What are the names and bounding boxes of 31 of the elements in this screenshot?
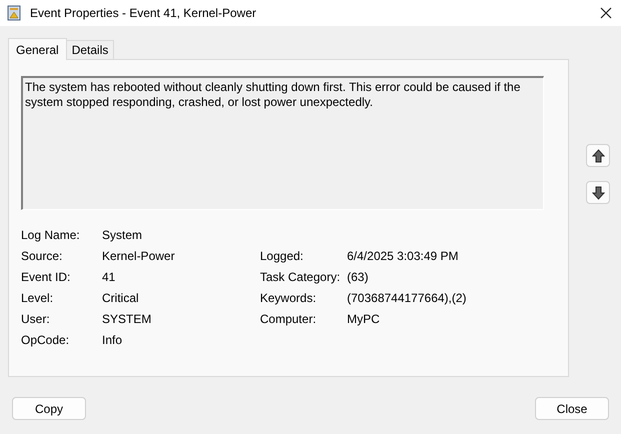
tab[interactable]: General — [8, 38, 67, 60]
field-value: (63) — [347, 268, 370, 286]
up-arrow-icon — [592, 148, 604, 162]
event-description: The system has rebooted without cleanly shutting down first. This error could be caused if the system stopped responding, crashed, or lost power unexpectedly. — [25, 80, 520, 109]
field-value: Kernel-Power — [102, 248, 176, 264]
field-value: SYSTEM — [102, 310, 152, 328]
window-title: Event Properties - Event 41, Kernel-Power — [30, 5, 256, 22]
field-value: (70368744177664),(2) — [347, 290, 468, 306]
field-label: Event ID: — [21, 268, 72, 286]
field-label: Source: — [21, 248, 64, 264]
field-label: OpCode: — [21, 332, 70, 348]
field-label: Task Category: — [260, 268, 342, 286]
field-value: 41 — [102, 268, 116, 286]
field-label: Log Name: — [21, 226, 81, 244]
field-label: Computer: — [260, 310, 318, 328]
tab[interactable]: Details — [66, 40, 114, 59]
field-value: 6/4/2025 3:03:49 PM — [347, 248, 460, 264]
previous-event-button[interactable] — [586, 144, 610, 167]
field-label: User: — [21, 310, 51, 328]
field-value: Critical — [102, 290, 140, 306]
next-event-button[interactable] — [586, 181, 610, 204]
field-value: System — [102, 226, 144, 244]
field-label: Keywords: — [260, 290, 318, 306]
field-label: Logged: — [260, 248, 304, 264]
down-arrow-icon — [592, 186, 604, 200]
field-value: Info — [102, 332, 124, 348]
field-value: MyPC — [347, 310, 381, 328]
event-log-icon — [6, 5, 22, 21]
copy-button[interactable]: Copy — [12, 397, 86, 420]
field-label: Level: — [21, 290, 54, 306]
close-button[interactable]: Close — [535, 397, 609, 420]
